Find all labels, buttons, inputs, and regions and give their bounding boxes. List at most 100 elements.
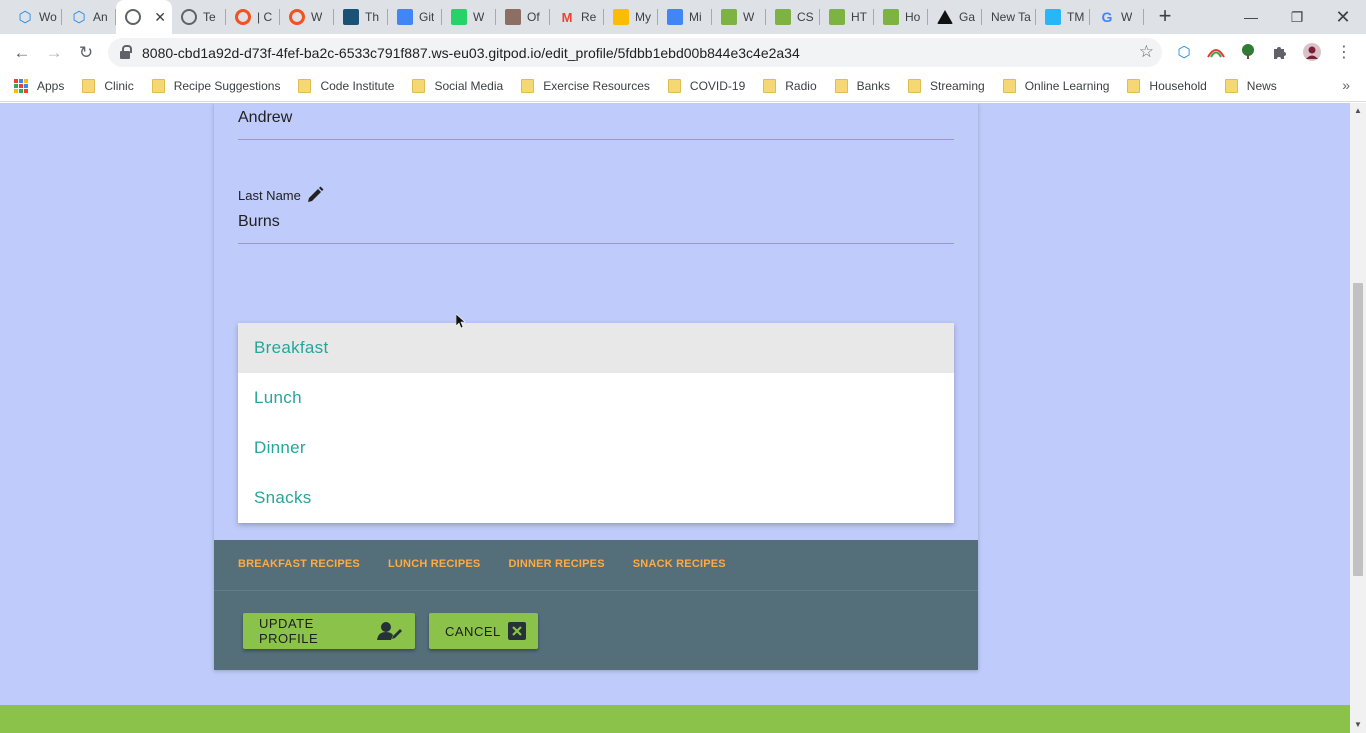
browser-tab[interactable]: | C <box>226 0 280 34</box>
scroll-down-arrow-icon[interactable]: ▼ <box>1350 717 1366 733</box>
card-action-bar: BREAKFAST RECIPES LUNCH RECIPES DINNER REC… <box>214 540 978 670</box>
browser-tab[interactable]: New Ta <box>982 0 1036 34</box>
bookmark-label: Banks <box>856 79 890 93</box>
tab-title: Mi <box>689 10 702 24</box>
bookmarks-overflow-chevron-icon[interactable]: » <box>1342 77 1350 93</box>
scrollbar-thumb[interactable] <box>1353 283 1363 576</box>
bookmark-label: Exercise Resources <box>543 79 650 93</box>
scroll-up-arrow-icon[interactable]: ▲ <box>1350 103 1366 119</box>
reload-button[interactable]: ↻ <box>72 39 100 67</box>
browser-tab[interactable]: Ho <box>874 0 928 34</box>
bookmark-label: COVID-19 <box>689 79 746 93</box>
page-scrollbar[interactable]: ▲ ▼ <box>1350 103 1366 733</box>
browser-tab[interactable]: Git <box>388 0 442 34</box>
browser-tab[interactable]: Mi <box>658 0 712 34</box>
tab-title: Git <box>419 10 435 24</box>
bookmark-folder[interactable]: Exercise Resources <box>521 79 650 93</box>
reload-icon: ↻ <box>78 43 94 62</box>
close-window-button[interactable]: ✕ <box>1320 0 1366 34</box>
bookmark-label: Clinic <box>104 79 134 93</box>
browser-tab[interactable]: CS <box>766 0 820 34</box>
folder-icon <box>412 79 426 93</box>
bookmark-folder[interactable]: Banks <box>834 79 890 93</box>
browser-tab[interactable]: My <box>604 0 658 34</box>
folder-icon <box>82 79 96 93</box>
bookmark-folder[interactable]: Clinic <box>82 79 134 93</box>
cancel-button[interactable]: CANCEL <box>429 613 538 649</box>
globe-icon <box>181 9 197 25</box>
bookmark-label: Apps <box>37 79 65 93</box>
hexagon-extension-icon[interactable]: ⬡ <box>1174 42 1194 62</box>
extensions-puzzle-icon[interactable] <box>1270 42 1290 62</box>
profile-avatar-icon[interactable] <box>1302 42 1322 62</box>
doc-icon <box>667 9 683 25</box>
edit-profile-card: Andrew Last Name Burns Breakfast Lunch Din… <box>214 103 978 670</box>
rainbow-extension-icon[interactable] <box>1206 42 1226 62</box>
link-lunch-recipes[interactable]: LUNCH RECIPES <box>388 558 480 570</box>
browser-tab[interactable]: Ga <box>928 0 982 34</box>
browser-tab[interactable]: ⬡ An <box>62 0 116 34</box>
tree-extension-icon[interactable] <box>1238 42 1258 62</box>
dropdown-option-dinner[interactable]: Dinner <box>238 423 954 473</box>
link-dinner-recipes[interactable]: DINNER RECIPES <box>508 558 604 570</box>
bookmark-folder[interactable]: Radio <box>763 79 817 93</box>
browser-tab[interactable]: ✕ <box>116 0 172 34</box>
browser-tab[interactable]: W <box>712 0 766 34</box>
browser-tab[interactable]: W <box>280 0 334 34</box>
tab-title: HT <box>851 10 867 24</box>
browser-tab[interactable]: Of <box>496 0 550 34</box>
restore-button[interactable]: ❐ <box>1274 0 1320 34</box>
tab-title: W <box>743 10 755 24</box>
bookmark-label: Streaming <box>929 79 985 93</box>
w3-icon <box>775 9 791 25</box>
first-name-input[interactable]: Andrew <box>238 109 292 127</box>
circle-icon <box>235 9 251 25</box>
browser-tab[interactable]: W <box>442 0 496 34</box>
forward-button[interactable]: → <box>40 39 68 67</box>
update-profile-button[interactable]: UPDATE PROFILE <box>243 613 415 649</box>
last-name-label: Last Name <box>238 185 325 205</box>
tm-icon <box>1045 9 1061 25</box>
user-edit-icon <box>377 621 403 641</box>
dropdown-option-breakfast[interactable]: Breakfast <box>238 323 954 373</box>
browser-tab[interactable]: Te <box>172 0 226 34</box>
pencil-icon <box>305 185 325 205</box>
google-icon: G <box>1101 9 1113 25</box>
page-viewport: Andrew Last Name Burns Breakfast Lunch Din… <box>0 103 1350 733</box>
bookmark-folder[interactable]: Household <box>1127 79 1207 93</box>
url-text[interactable]: 8080-cbd1a92d-d73f-4fef-ba2c-6533c791f88… <box>142 45 800 61</box>
bookmark-folder[interactable]: Recipe Suggestions <box>151 79 280 93</box>
browser-menu-icon[interactable]: ⋮ <box>1334 42 1354 62</box>
bookmark-folder[interactable]: News <box>1224 79 1277 93</box>
whatsapp-icon <box>451 9 467 25</box>
link-breakfast-recipes[interactable]: BREAKFAST RECIPES <box>238 558 360 570</box>
browser-tab[interactable]: Th <box>334 0 388 34</box>
bookmark-folder[interactable]: COVID-19 <box>667 79 746 93</box>
folder-icon <box>1002 79 1016 93</box>
meal-select-dropdown[interactable]: Breakfast Lunch Dinner Snacks <box>238 323 954 523</box>
tab-title: Of <box>527 10 540 24</box>
bookmark-folder[interactable]: Social Media <box>412 79 503 93</box>
last-name-input[interactable]: Burns <box>238 213 280 231</box>
dropdown-option-snacks[interactable]: Snacks <box>238 473 954 523</box>
bookmark-folder[interactable]: Code Institute <box>298 79 394 93</box>
bookmark-folder[interactable]: Online Learning <box>1002 79 1109 93</box>
link-snack-recipes[interactable]: SNACK RECIPES <box>633 558 726 570</box>
bookmark-folder[interactable]: Streaming <box>907 79 985 93</box>
back-button[interactable]: ← <box>8 39 36 67</box>
browser-tab[interactable]: M Re <box>550 0 604 34</box>
browser-tab[interactable]: GW <box>1090 0 1144 34</box>
update-profile-label: UPDATE PROFILE <box>259 616 319 646</box>
browser-tab[interactable]: ⬡ Wo <box>8 0 62 34</box>
folder-icon <box>1224 79 1238 93</box>
bookmark-label: Social Media <box>434 79 504 93</box>
close-tab-icon[interactable]: ✕ <box>154 9 166 26</box>
bookmark-apps[interactable]: Apps <box>14 79 64 93</box>
new-tab-button[interactable]: + <box>1152 4 1178 30</box>
dropdown-option-lunch[interactable]: Lunch <box>238 373 954 423</box>
address-bar[interactable]: 8080-cbd1a92d-d73f-4fef-ba2c-6533c791f88… <box>108 38 1162 67</box>
minimize-button[interactable]: — <box>1228 0 1274 34</box>
browser-tab[interactable]: HT <box>820 0 874 34</box>
bookmark-star-icon[interactable]: ☆ <box>1139 42 1154 62</box>
browser-tab[interactable]: TM <box>1036 0 1090 34</box>
